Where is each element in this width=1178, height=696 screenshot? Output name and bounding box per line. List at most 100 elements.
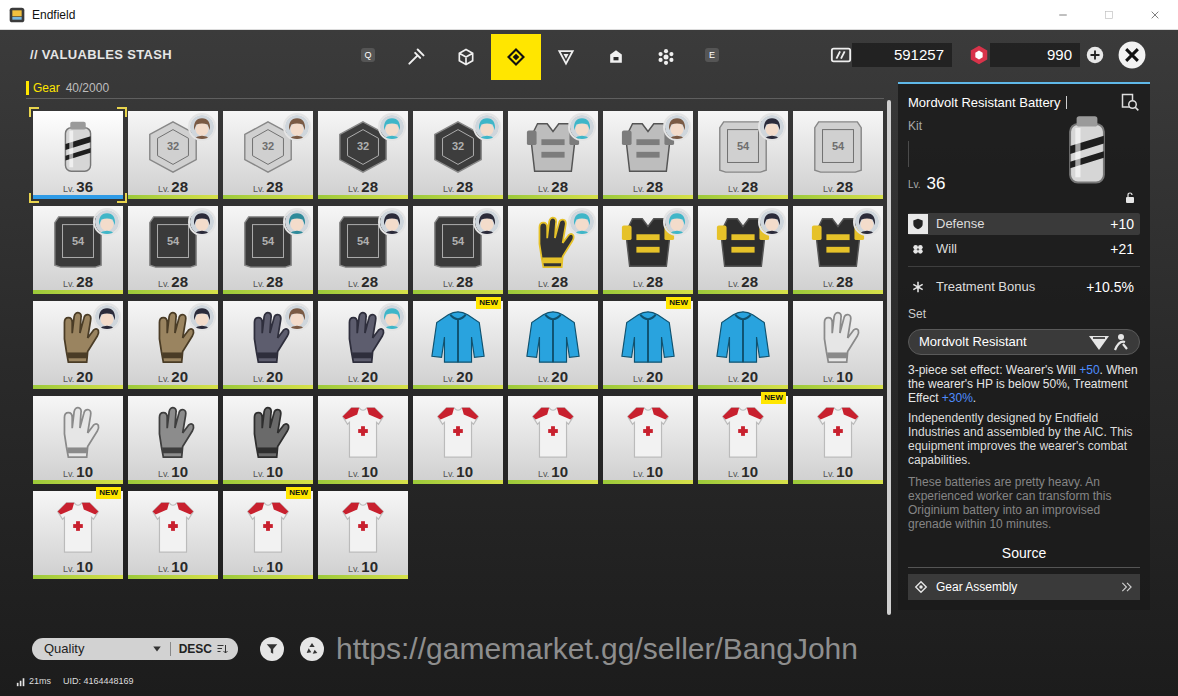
gear-item[interactable]: 54Lv.28 — [698, 111, 788, 199]
gear-item[interactable]: Lv.10NEW — [33, 491, 123, 579]
scrollbar-thumb[interactable] — [887, 100, 891, 615]
set-chip[interactable]: Mordvolt Resistant — [908, 329, 1140, 355]
item-level: Lv.28 — [128, 273, 218, 290]
gear-item[interactable]: Lv.28 — [508, 206, 598, 294]
dropdown-arrow-icon — [152, 644, 162, 654]
level-prefix: Lv. — [63, 565, 74, 574]
category-tab[interactable] — [591, 34, 641, 80]
scrollbar — [884, 80, 898, 630]
operator-avatar-icon — [473, 208, 501, 236]
gear-item[interactable]: Lv.28 — [698, 206, 788, 294]
recycle-icon[interactable] — [300, 637, 324, 661]
level-prefix: Lv. — [348, 280, 359, 289]
item-level: Lv.10 — [128, 463, 218, 480]
level-value: 20 — [171, 369, 188, 384]
gear-item[interactable]: 54Lv.28 — [33, 206, 123, 294]
gear-item[interactable]: 54Lv.28 — [413, 206, 503, 294]
user-id: UID: 4164448169 — [63, 675, 134, 689]
gear-item[interactable]: 32Lv.28 — [413, 111, 503, 199]
gear-item[interactable]: Lv.20 — [698, 301, 788, 389]
gear-item[interactable]: Lv.10 — [603, 396, 693, 484]
category-tab[interactable] — [541, 34, 591, 80]
source-row[interactable]: Gear Assembly — [908, 574, 1140, 600]
gear-item[interactable]: Lv.10 — [33, 396, 123, 484]
level-prefix: Lv. — [63, 470, 74, 479]
rarity-stripe — [793, 480, 883, 484]
maximize-icon[interactable] — [1086, 0, 1132, 30]
item-level: Lv.28 — [508, 273, 598, 290]
gear-item[interactable]: Lv.20 — [223, 301, 313, 389]
gear-item[interactable]: Lv.20 — [318, 301, 408, 389]
search-icon[interactable] — [1120, 92, 1140, 112]
gear-item[interactable]: 54Lv.28 — [128, 206, 218, 294]
page-title: // VALUABLES STASH — [30, 45, 172, 65]
gear-item[interactable]: Lv.10 — [128, 396, 218, 484]
gear-item[interactable]: Lv.10 — [318, 396, 408, 484]
level-value: 20 — [266, 369, 283, 384]
gear-item[interactable]: Lv.10NEW — [223, 491, 313, 579]
gear-item[interactable]: Lv.28 — [508, 111, 598, 199]
item-level: Lv.28 — [603, 273, 693, 290]
category-tab[interactable] — [491, 34, 541, 80]
close-icon[interactable] — [1118, 41, 1146, 69]
rarity-stripe — [508, 195, 598, 199]
category-tab[interactable] — [441, 34, 491, 80]
operator-avatar-icon — [378, 303, 406, 331]
filter-icon[interactable] — [260, 637, 284, 661]
item-level: Lv.20 — [413, 368, 503, 385]
gear-item[interactable]: Lv.10 — [793, 396, 883, 484]
gear-item[interactable]: 32Lv.28 — [128, 111, 218, 199]
rarity-stripe — [33, 575, 123, 579]
gear-item[interactable]: 32Lv.28 — [318, 111, 408, 199]
gear-item[interactable]: Lv.28 — [793, 206, 883, 294]
close-window-icon[interactable] — [1132, 0, 1178, 30]
level-value: 20 — [456, 369, 473, 384]
category-tab[interactable] — [391, 34, 441, 80]
level-prefix: Lv. — [158, 280, 169, 289]
plus-icon[interactable] — [1086, 46, 1104, 64]
gear-item[interactable]: Lv.20 — [508, 301, 598, 389]
operator-avatar-icon — [663, 113, 691, 141]
gear-item[interactable]: 54Lv.28 — [318, 206, 408, 294]
sort-dropdown[interactable]: Quality DESC — [32, 638, 238, 660]
level-value: 28 — [551, 274, 568, 289]
category-tab[interactable] — [641, 34, 691, 80]
jacket-icon — [619, 308, 677, 366]
level-prefix: Lv. — [443, 280, 454, 289]
level-prefix: Lv. — [253, 375, 264, 384]
shirt-icon — [239, 498, 297, 556]
level-value: 28 — [836, 179, 853, 194]
rarity-stripe — [508, 480, 598, 484]
gear-item[interactable]: 32Lv.28 — [223, 111, 313, 199]
gear-item[interactable]: Lv.10NEW — [698, 396, 788, 484]
gear-item[interactable]: Lv.20NEW — [603, 301, 693, 389]
item-level: Lv.36 — [33, 178, 123, 195]
minimize-icon[interactable] — [1040, 0, 1086, 30]
gear-item[interactable]: Lv.10 — [508, 396, 598, 484]
gear-item[interactable]: 54Lv.28 — [793, 111, 883, 199]
gear-item[interactable]: 54Lv.28 — [223, 206, 313, 294]
header: // VALUABLES STASHQE591257990 — [0, 30, 1178, 80]
gear-item[interactable]: Lv.20 — [33, 301, 123, 389]
level-value: 10 — [646, 464, 663, 479]
gear-item[interactable]: Lv.20NEW — [413, 301, 503, 389]
rarity-stripe — [128, 480, 218, 484]
gear-item[interactable]: Lv.10 — [413, 396, 503, 484]
gear-item[interactable]: Lv.28 — [603, 111, 693, 199]
cube-icon — [456, 47, 476, 67]
gear-item[interactable]: Lv.36 — [33, 111, 123, 199]
level-value: 28 — [361, 274, 378, 289]
gear-item[interactable]: Lv.10 — [318, 491, 408, 579]
gear-item[interactable]: Lv.10 — [793, 301, 883, 389]
gear-item[interactable]: Lv.20 — [128, 301, 218, 389]
gear-item[interactable]: Lv.10 — [223, 396, 313, 484]
level-value: 20 — [551, 369, 568, 384]
battery-icon — [49, 118, 107, 176]
currency-box: 990 — [990, 43, 1080, 67]
next-key-hint: E — [705, 48, 719, 62]
sort-order[interactable]: DESC — [179, 640, 212, 658]
gear-item[interactable]: Lv.28 — [603, 206, 693, 294]
sort-field[interactable]: Quality — [32, 639, 152, 659]
lock-icon[interactable] — [1124, 192, 1136, 204]
gear-item[interactable]: Lv.10 — [128, 491, 218, 579]
